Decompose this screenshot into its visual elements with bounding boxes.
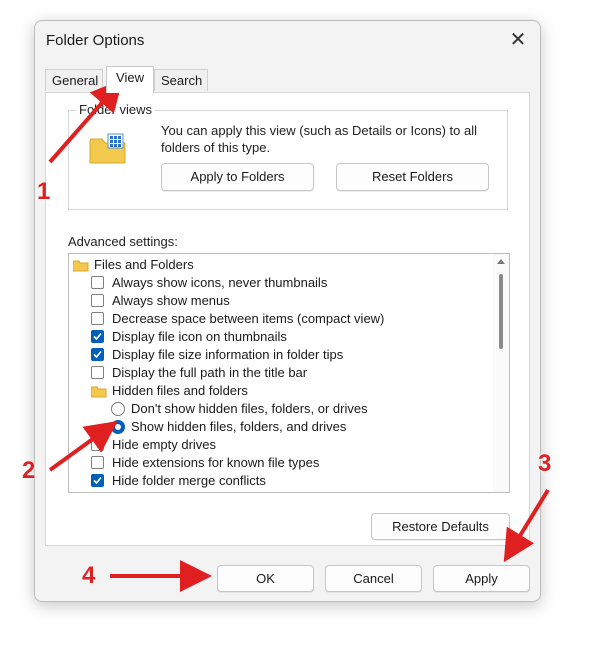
option-label: Display file icon on thumbnails [112, 329, 287, 344]
reset-folders-button[interactable]: Reset Folders [336, 163, 489, 191]
annotation-step-3: 3 [538, 450, 552, 477]
apply-to-folders-button[interactable]: Apply to Folders [161, 163, 314, 191]
apply-button[interactable]: Apply [433, 565, 530, 592]
dialog-title: Folder Options [46, 32, 145, 49]
folder-views-description: You can apply this view (such as Details… [161, 123, 478, 155]
folder-options-dialog: Folder Options ✕ General View Search Fol… [34, 20, 541, 602]
checkbox-checked[interactable] [91, 474, 104, 487]
cancel-button[interactable]: Cancel [325, 565, 422, 592]
folder-icon [72, 259, 89, 277]
folder-views-group: Folder views You can apply this view (su… [68, 102, 508, 210]
tree-folder-label: Hidden files and folders [112, 383, 248, 398]
tree-folder-label: Files and Folders [94, 257, 194, 272]
view-tab-panel: Folder views You can apply this view (su… [45, 92, 530, 546]
tab-search[interactable]: Search [154, 69, 208, 91]
ok-button[interactable]: OK [217, 565, 314, 592]
tab-view[interactable]: View [106, 66, 154, 93]
option-label: Hide extensions for known file types [112, 455, 320, 470]
scroll-up-icon[interactable] [497, 259, 505, 264]
option-label: Decrease space between items (compact vi… [112, 311, 385, 326]
annotation-step-4: 4 [82, 562, 96, 589]
checkbox[interactable] [91, 456, 104, 469]
option-label: Display file size information in folder … [112, 347, 344, 362]
option-label: Hide folder merge conflicts [112, 473, 266, 488]
close-icon[interactable]: ✕ [508, 30, 528, 50]
option-label: Hide empty drives [112, 437, 217, 452]
checkbox[interactable] [91, 312, 104, 325]
radio-button[interactable] [111, 402, 125, 416]
option-label: Don't show hidden files, folders, or dri… [131, 401, 368, 416]
checkbox[interactable] [91, 294, 104, 307]
advanced-settings-list[interactable]: Files and Folders Always show icons, nev… [68, 253, 510, 493]
checkbox-checked[interactable] [91, 348, 104, 361]
annotation-step-2: 2 [22, 457, 36, 484]
restore-defaults-button[interactable]: Restore Defaults [371, 513, 510, 540]
advanced-settings-label: Advanced settings: [68, 234, 178, 249]
checkbox[interactable] [91, 438, 104, 451]
annotation-step-1: 1 [37, 178, 51, 205]
checkbox-checked[interactable] [91, 330, 104, 343]
scroll-thumb[interactable] [499, 274, 503, 349]
checkbox[interactable] [91, 366, 104, 379]
option-label: Always show menus [112, 293, 230, 308]
folder-views-legend: Folder views [76, 102, 155, 117]
tab-general[interactable]: General [45, 69, 103, 91]
radio-button-selected[interactable] [111, 420, 125, 434]
option-label: Display the full path in the title bar [112, 365, 308, 380]
folder-icon [90, 385, 107, 403]
checkbox[interactable] [91, 276, 104, 289]
folder-view-icon [89, 133, 127, 170]
vertical-scrollbar[interactable] [493, 254, 509, 492]
option-label: Show hidden files, folders, and drives [131, 419, 347, 434]
option-label: Always show icons, never thumbnails [112, 275, 328, 290]
